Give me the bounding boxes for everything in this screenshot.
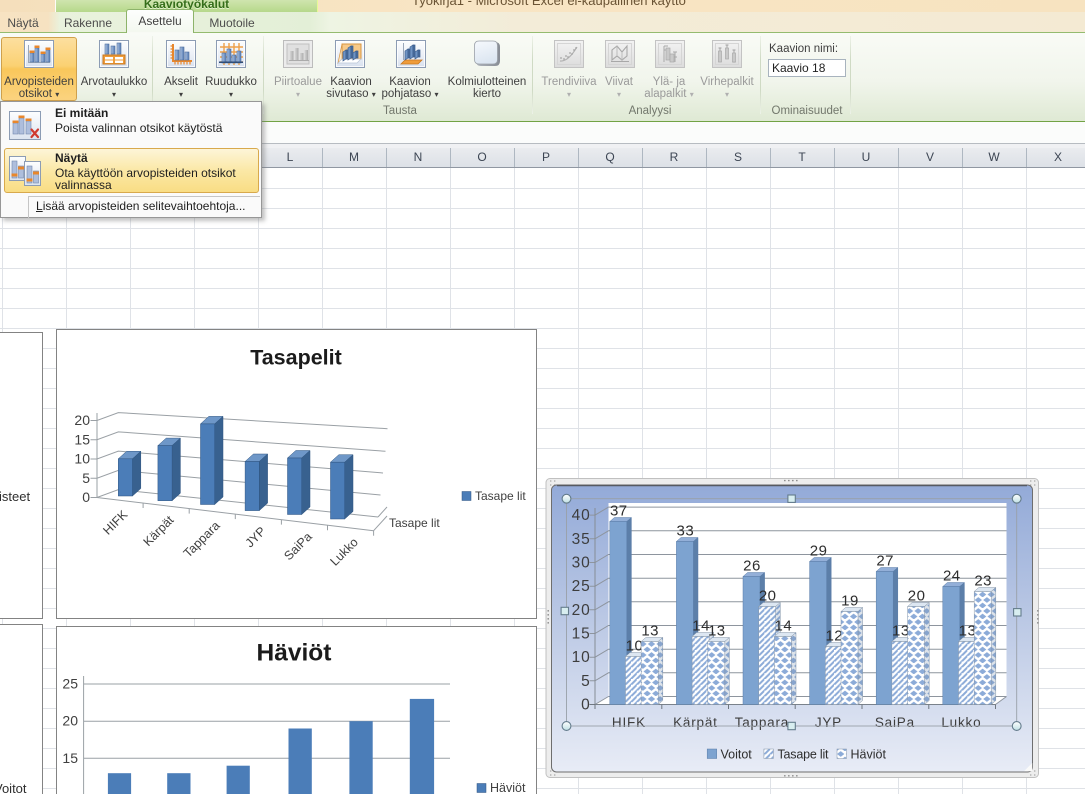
svg-text:10: 10 [572, 649, 591, 666]
svg-text:30: 30 [572, 555, 591, 572]
svg-text:Tasape lit: Tasape lit [778, 748, 830, 762]
svg-text:35: 35 [572, 531, 591, 548]
svg-text:Häviöt: Häviöt [851, 748, 887, 762]
svg-text:25: 25 [572, 578, 591, 595]
svg-text:26: 26 [743, 558, 761, 575]
svg-text:20: 20 [572, 602, 591, 619]
svg-text:19: 19 [841, 593, 859, 610]
svg-text:37: 37 [610, 503, 628, 520]
svg-text:0: 0 [82, 489, 90, 505]
svg-text:25: 25 [62, 676, 78, 692]
svg-text:24: 24 [943, 568, 961, 585]
svg-text:SaiPa: SaiPa [875, 715, 915, 730]
svg-text:Häviöt: Häviöt [490, 781, 526, 794]
svg-text:12: 12 [825, 628, 843, 645]
svg-text:5: 5 [82, 470, 90, 486]
svg-text:Tasape lit: Tasape lit [389, 516, 440, 530]
svg-text:Lukko: Lukko [941, 715, 981, 730]
svg-text:13: 13 [641, 623, 659, 640]
svg-text:20: 20 [759, 588, 777, 605]
svg-text:40: 40 [572, 507, 591, 524]
svg-text:Kärpät: Kärpät [673, 715, 718, 730]
svg-text:5: 5 [581, 673, 590, 690]
svg-text:Voitot: Voitot [721, 748, 753, 762]
svg-text:33: 33 [677, 523, 695, 540]
svg-text:29: 29 [810, 543, 828, 560]
svg-text:HIFK: HIFK [612, 715, 646, 730]
svg-text:14: 14 [775, 618, 793, 635]
svg-text:Tasape lit: Tasape lit [475, 489, 526, 503]
svg-text:20: 20 [62, 713, 78, 729]
svg-text:Tasapelit: Tasapelit [250, 346, 342, 370]
svg-text:20: 20 [74, 412, 90, 428]
svg-text:13: 13 [892, 623, 910, 640]
svg-text:15: 15 [572, 626, 591, 643]
svg-text:15: 15 [62, 750, 78, 766]
svg-text:10: 10 [74, 451, 90, 467]
svg-text:0: 0 [581, 697, 590, 714]
svg-text:23: 23 [974, 573, 992, 590]
svg-text:15: 15 [74, 431, 90, 447]
svg-text:13: 13 [708, 623, 726, 640]
svg-text:27: 27 [876, 553, 894, 570]
svg-text:Tappara: Tappara [735, 715, 789, 730]
svg-text:10: 10 [626, 638, 644, 655]
svg-text:Häviöt: Häviöt [257, 640, 332, 667]
svg-text:JYP: JYP [815, 715, 842, 730]
svg-text:13: 13 [959, 623, 977, 640]
svg-text:20: 20 [908, 588, 926, 605]
